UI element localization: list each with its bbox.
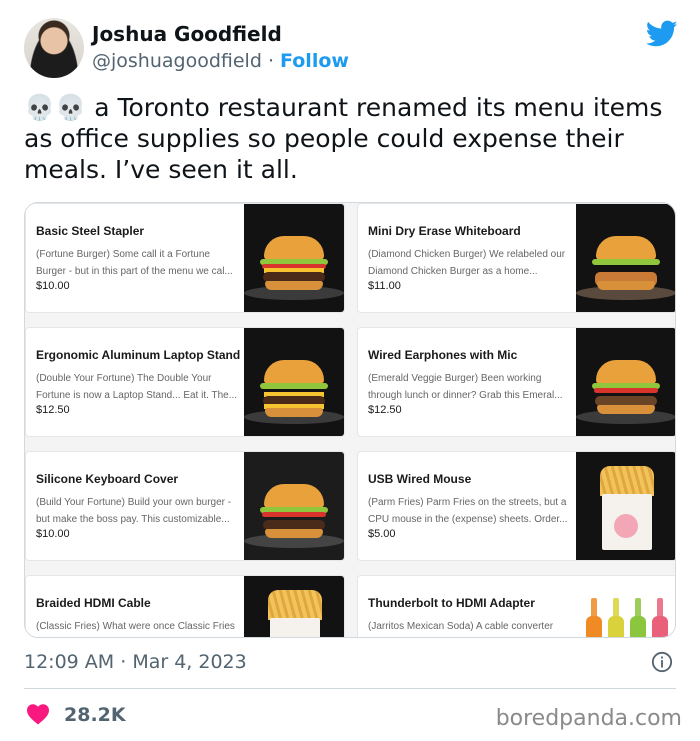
menu-item-price: $12.50	[368, 404, 402, 416]
twitter-bird-icon[interactable]	[646, 20, 678, 48]
menu-item-card[interactable]: Thunderbolt to HDMI Adapter (Jarritos Me…	[357, 575, 675, 637]
menu-screenshot[interactable]: Basic Steel Stapler (Fortune Burger) Som…	[24, 202, 676, 638]
menu-item-card[interactable]: Silicone Keyboard Cover (Build Your Fort…	[25, 451, 345, 561]
like-count[interactable]: 28.2K	[64, 704, 126, 726]
menu-item-card[interactable]: USB Wired Mouse (Parm Fries) Parm Fries …	[357, 451, 675, 561]
profile-avatar[interactable]	[24, 18, 84, 78]
chicken-burger-photo	[576, 204, 675, 312]
menu-item-title: Ergonomic Aluminum Laptop Stand	[36, 348, 241, 362]
tweet-date: Mar 4, 2023	[132, 651, 247, 673]
menu-item-desc: (Double Your Fortune) The Double Your Fo…	[36, 373, 238, 401]
menu-item-desc: (Build Your Fortune) Build your own burg…	[36, 497, 232, 525]
menu-item-title: Braided HDMI Cable	[36, 596, 151, 610]
menu-item-card[interactable]: Wired Earphones with Mic (Emerald Veggie…	[357, 327, 675, 437]
veggie-burger-photo	[576, 328, 675, 436]
author-handle[interactable]: @joshuagoodfield	[92, 50, 262, 72]
author-handle-row: @joshuagoodfield · Follow	[92, 50, 349, 72]
classic-fries-photo	[244, 576, 344, 637]
menu-item-title: Wired Earphones with Mic	[368, 348, 518, 362]
custom-burger-photo	[244, 452, 344, 560]
menu-item-price: $11.00	[368, 280, 401, 292]
menu-item-title: Silicone Keyboard Cover	[36, 472, 179, 486]
info-icon[interactable]	[651, 651, 673, 673]
parm-fries-photo	[576, 452, 675, 560]
menu-item-price: $12.50	[36, 404, 70, 416]
menu-item-card[interactable]: Ergonomic Aluminum Laptop Stand (Double …	[25, 327, 345, 437]
menu-item-price: $5.00	[368, 528, 396, 540]
follow-button[interactable]: Follow	[280, 50, 349, 72]
burger-photo	[244, 204, 344, 312]
menu-item-title: USB Wired Mouse	[368, 472, 472, 486]
menu-item-title: Thunderbolt to HDMI Adapter	[368, 596, 535, 610]
menu-item-title: Basic Steel Stapler	[36, 224, 145, 238]
menu-item-price: $10.00	[36, 528, 70, 540]
double-burger-photo	[244, 328, 344, 436]
menu-item-card[interactable]: Basic Steel Stapler (Fortune Burger) Som…	[25, 203, 345, 313]
handle-separator: ·	[267, 50, 274, 72]
tweet-text: 💀💀 a Toronto restaurant renamed its menu…	[24, 93, 663, 184]
menu-item-desc: (Emerald Veggie Burger) Been working thr…	[368, 373, 563, 401]
tweet-timestamp[interactable]: 12:09 AM · Mar 4, 2023	[24, 651, 247, 673]
menu-item-card[interactable]: Mini Dry Erase Whiteboard (Diamond Chick…	[357, 203, 675, 313]
timestamp-separator: ·	[120, 651, 127, 673]
menu-item-desc: (Classic Fries) What were once Classic F…	[36, 621, 235, 632]
tweet-time: 12:09 AM	[24, 651, 115, 673]
author-name[interactable]: Joshua Goodfield	[92, 22, 282, 46]
divider	[24, 688, 676, 689]
soda-bottles-photo	[576, 576, 675, 637]
menu-item-title: Mini Dry Erase Whiteboard	[368, 224, 521, 238]
menu-item-desc: (Parm Fries) Parm Fries on the streets, …	[368, 497, 568, 525]
menu-item-price: $10.00	[36, 280, 70, 292]
watermark: boredpanda.com	[495, 706, 682, 731]
menu-item-card[interactable]: Braided HDMI Cable (Classic Fries) What …	[25, 575, 345, 637]
menu-item-desc: (Diamond Chicken Burger) We relabeled ou…	[368, 249, 566, 277]
menu-item-desc: (Jarritos Mexican Soda) A cable converte…	[368, 621, 554, 632]
heart-icon[interactable]	[26, 703, 50, 725]
menu-item-desc: (Fortune Burger) Some call it a Fortune …	[36, 249, 233, 277]
